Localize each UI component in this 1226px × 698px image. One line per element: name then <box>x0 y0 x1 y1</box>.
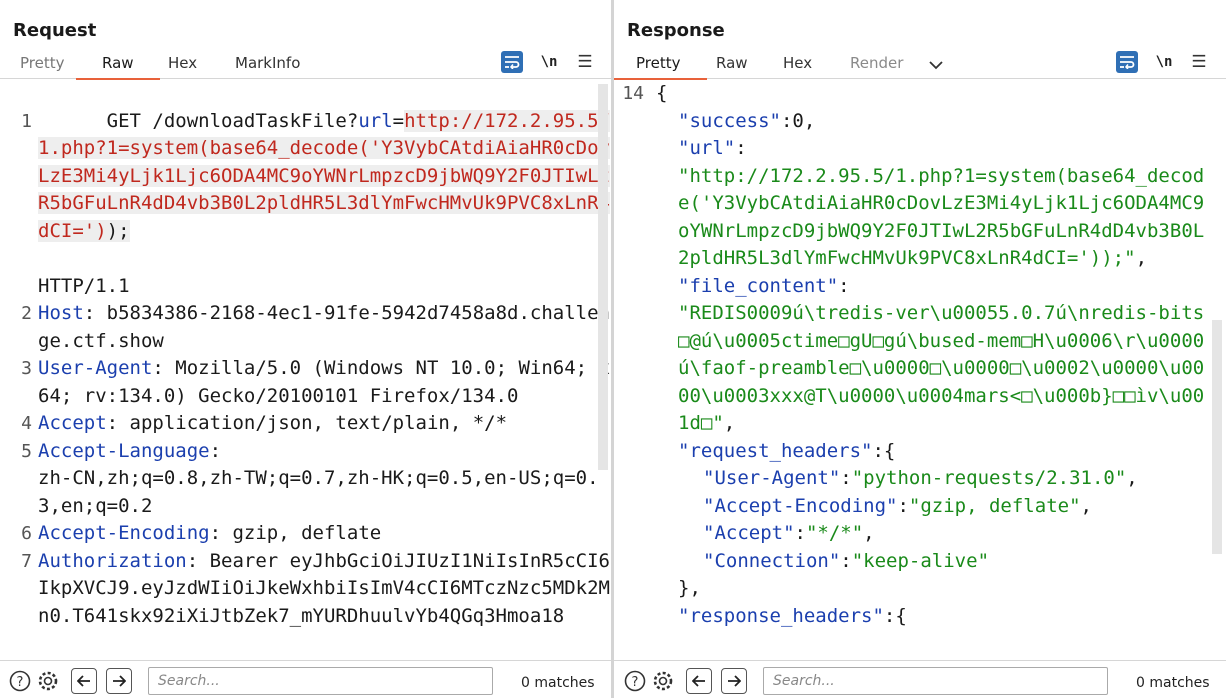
response-tab-render[interactable]: Render <box>844 54 909 78</box>
header-value: b5834386-2168-4ec1-91fe-5942d7458a8d.cha… <box>38 302 610 352</box>
json-string: "*/*" <box>805 522 864 544</box>
response-help-button[interactable]: ? <box>623 669 647 693</box>
json-string: "python-requests/2.31.0" <box>851 467 1127 489</box>
response-search-input[interactable] <box>763 667 1108 695</box>
query-param-name: url <box>358 109 393 132</box>
line-number: 3 <box>21 358 32 379</box>
help-icon: ? <box>624 670 646 692</box>
line-number: 1 <box>21 110 32 132</box>
json-key: "Accept" <box>703 522 795 544</box>
request-tab-pretty[interactable]: Pretty <box>14 54 71 78</box>
response-tab-pretty[interactable]: Pretty <box>614 54 706 80</box>
line-number: 4 <box>21 413 32 434</box>
json-string: "REDIS0009ú\tredis-ver\u00055.0.7ú\nredi… <box>678 302 1205 434</box>
hamburger-menu-icon: ☰ <box>577 52 593 71</box>
response-tabs-more-button[interactable] <box>922 56 950 80</box>
request-wrap-toggle-button[interactable] <box>501 51 523 73</box>
response-prev-match-button[interactable] <box>686 668 712 694</box>
json-key: "url" <box>678 137 736 159</box>
json-key: "Connection" <box>703 549 841 572</box>
request-scrollbar[interactable] <box>598 84 608 470</box>
line-number: 14 <box>622 83 644 104</box>
json-string: "keep-alive" <box>851 549 990 572</box>
response-wrap-toggle-button[interactable] <box>1116 51 1138 73</box>
response-matches-count: 0 matches <box>1136 675 1210 691</box>
request-pane: Request Pretty Raw Hex MarkInfo \n ☰ 1 GE… <box>0 0 611 698</box>
json-key: "Accept-Encoding" <box>703 494 898 517</box>
request-title: Request <box>13 20 97 41</box>
json-key: "success" <box>678 109 781 132</box>
arrow-right-icon <box>728 675 741 687</box>
header-name: Accept <box>38 412 107 434</box>
request-statusbar: ? 0 matches <box>0 660 611 698</box>
request-settings-button[interactable] <box>36 669 60 693</box>
request-line-method: GET /downloadTaskFile? <box>106 109 359 132</box>
request-editor[interactable]: 1 GET /downloadTaskFile?url=http://172.2.… <box>0 80 611 658</box>
response-settings-button[interactable] <box>651 669 675 693</box>
line-number: 5 <box>21 440 32 462</box>
wrap-lines-icon <box>505 56 520 69</box>
response-tab-raw[interactable]: Raw <box>710 54 754 78</box>
json-key: "request_headers" <box>678 439 873 462</box>
line-number: 2 <box>21 303 32 324</box>
header-value: application/json, text/plain, */* <box>129 412 508 434</box>
query-param-tail: ); <box>106 219 130 242</box>
header-value: gzip, deflate <box>232 522 382 544</box>
json-open-brace: { <box>656 82 668 104</box>
json-key: "response_headers" <box>678 604 884 627</box>
hamburger-menu-icon: ☰ <box>1191 52 1207 71</box>
request-menu-button[interactable]: ☰ <box>574 51 596 73</box>
arrow-left-icon <box>692 675 705 687</box>
request-help-button[interactable]: ? <box>8 669 32 693</box>
response-tab-hex[interactable]: Hex <box>777 54 818 78</box>
response-statusbar: ? 0 matches <box>614 660 1226 698</box>
svg-text:?: ? <box>17 675 24 690</box>
help-icon: ? <box>9 670 31 692</box>
request-tab-hex[interactable]: Hex <box>162 54 203 78</box>
svg-text:?: ? <box>632 675 639 690</box>
json-string: "http://172.2.95.5/1.php?1=system(base64… <box>678 164 1205 270</box>
header-name: Host <box>38 302 84 324</box>
header-name: User-Agent <box>38 357 153 379</box>
wrap-lines-icon <box>1120 56 1135 69</box>
request-prev-match-button[interactable] <box>71 668 97 694</box>
line-number: 7 <box>21 550 32 572</box>
response-newline-toggle-button[interactable]: \n <box>1153 51 1175 73</box>
json-number: 0 <box>792 109 804 132</box>
json-close-brace: }, <box>678 577 701 599</box>
arrow-left-icon <box>77 675 90 687</box>
request-tab-markinfo[interactable]: MarkInfo <box>229 54 306 78</box>
response-title: Response <box>627 20 725 41</box>
json-open-brace: { <box>895 604 907 627</box>
response-scrollbar[interactable] <box>1212 320 1222 554</box>
header-value: zh-CN,zh;q=0.8,zh-TW;q=0.7,zh-HK;q=0.5,e… <box>38 467 599 517</box>
gear-icon <box>38 671 58 691</box>
arrow-right-icon <box>113 675 126 687</box>
query-equals: = <box>392 109 405 132</box>
response-pane: Response Pretty Raw Hex Render \n ☰ 14{ … <box>614 0 1226 698</box>
gear-icon <box>653 671 673 691</box>
line-number: 6 <box>21 523 32 544</box>
json-key: "file_content" <box>678 274 839 297</box>
header-name: Accept-Encoding <box>38 522 210 544</box>
request-newline-toggle-button[interactable]: \n <box>538 51 560 73</box>
request-matches-count: 0 matches <box>521 675 595 691</box>
response-next-match-button[interactable] <box>721 668 747 694</box>
request-next-match-button[interactable] <box>106 668 132 694</box>
header-name: Authorization <box>38 549 187 572</box>
json-string: "gzip, deflate" <box>908 494 1081 517</box>
request-search-input[interactable] <box>148 667 493 695</box>
request-tab-raw[interactable]: Raw <box>76 54 159 80</box>
chevron-down-icon <box>929 61 943 70</box>
response-editor[interactable]: 14{ "success":0, "url": "http://172.2.95… <box>614 80 1226 658</box>
header-name: Accept-Language <box>38 439 210 462</box>
request-line-protocol: HTTP/1.1 <box>38 274 130 297</box>
json-key: "User-Agent" <box>703 467 841 489</box>
response-menu-button[interactable]: ☰ <box>1188 51 1210 73</box>
